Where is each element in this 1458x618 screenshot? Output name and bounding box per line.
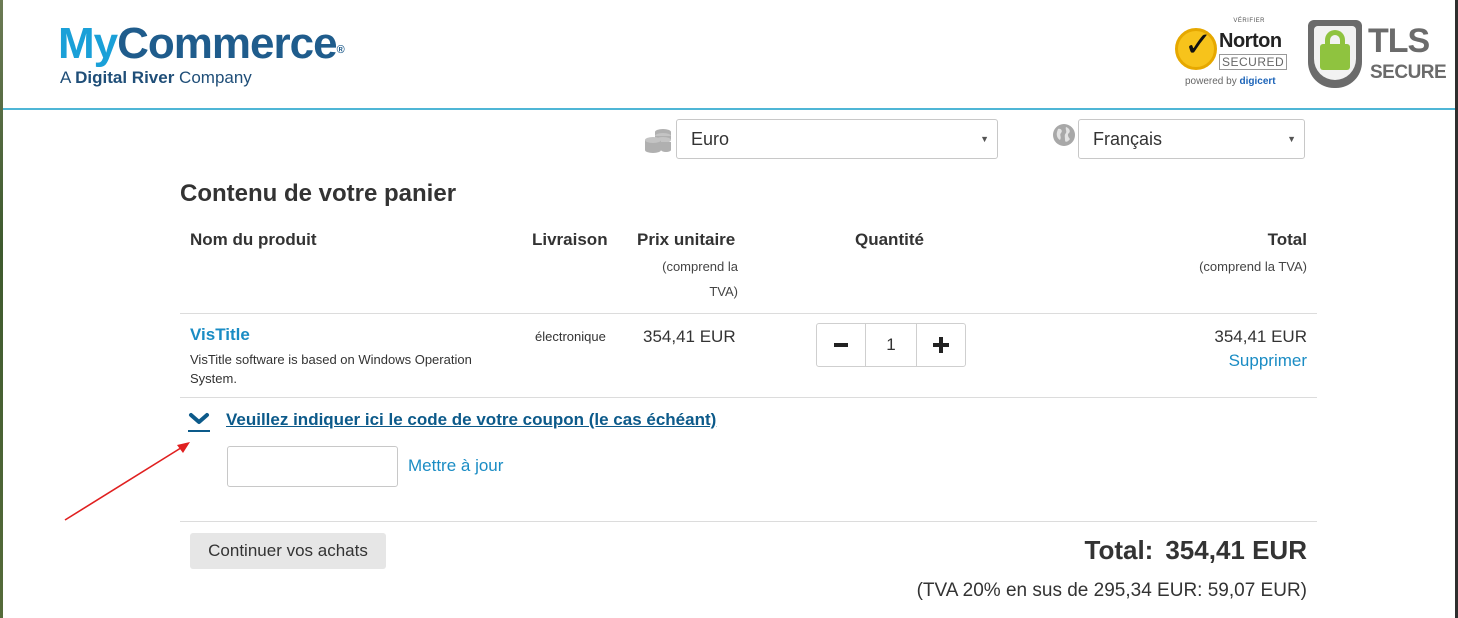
column-header-unit-price: Prix unitaire	[637, 230, 736, 249]
tls-title: TLS	[1368, 22, 1430, 60]
logo-wordmark: MyCommerce®	[58, 19, 345, 68]
unit-price-note-line2: TVA)	[709, 284, 738, 299]
vat-note: (TVA 20% en sus de 295,34 EUR: 59,07 EUR…	[916, 580, 1307, 601]
decrease-quantity-button[interactable]	[817, 324, 865, 366]
tagline-prefix: A	[60, 68, 76, 87]
coupon-code-input[interactable]	[227, 446, 398, 487]
coupon-toggle[interactable]	[188, 410, 210, 432]
shield-lock-icon	[1308, 20, 1362, 88]
chevron-down-icon	[189, 413, 209, 424]
divider	[180, 521, 1317, 522]
logo-tagline: A Digital River Company	[58, 68, 344, 88]
logo-commerce: Commerce	[117, 19, 337, 68]
language-select[interactable]: Français ▼	[1078, 119, 1305, 159]
tagline-brand: Digital River	[75, 68, 175, 87]
chevron-down-icon: ▼	[1287, 134, 1296, 144]
annotation-arrow	[64, 442, 190, 521]
norton-name: Norton	[1219, 30, 1282, 52]
currency-select[interactable]: Euro ▼	[676, 119, 998, 159]
currency-value: Euro	[691, 129, 730, 149]
chevron-down-icon: ▼	[980, 134, 989, 144]
column-header-delivery: Livraison	[532, 230, 608, 249]
grand-total-value: 354,41 EUR	[1165, 535, 1307, 565]
tls-subtitle: SECURE	[1370, 62, 1447, 83]
unit-price-note: (comprend la TVA)	[640, 254, 738, 304]
quantity-value[interactable]: 1	[865, 324, 917, 366]
increase-quantity-button[interactable]	[917, 324, 965, 366]
line-total: 354,41 EUR	[1214, 327, 1307, 346]
unit-price-note-line1: (comprend la	[662, 259, 738, 274]
update-coupon-link[interactable]: Mettre à jour	[408, 456, 503, 476]
continue-shopping-button[interactable]: Continuer vos achats	[190, 533, 386, 569]
site-header: MyCommerce® A Digital River Company VÉRI…	[3, 0, 1455, 110]
powered-by-text: powered by	[1185, 76, 1240, 87]
coins-icon	[645, 129, 671, 153]
minus-icon	[834, 343, 848, 347]
divider	[180, 397, 1317, 398]
unit-price: 354,41 EUR	[643, 327, 736, 346]
divider	[180, 313, 1317, 314]
mycommerce-logo[interactable]: MyCommerce® A Digital River Company	[58, 19, 345, 88]
tagline-suffix: Company	[174, 68, 252, 87]
norton-secured-badge[interactable]: VÉRIFIER ✓ Norton SECURED powered by dig…	[1171, 18, 1293, 90]
product-name-link[interactable]: VisTitle	[190, 325, 250, 345]
digicert-text: digicert	[1239, 76, 1276, 87]
tls-secure-badge: TLS SECURE	[1308, 20, 1447, 90]
logo-my: My	[58, 19, 118, 68]
norton-check-icon: ✓	[1175, 26, 1217, 70]
product-description: VisTitle software is based on Windows Op…	[190, 352, 472, 386]
norton-powered-by: powered by digicert	[1185, 76, 1276, 87]
total-note: (comprend la TVA)	[1199, 259, 1307, 274]
grand-total-label: Total:	[1084, 535, 1154, 565]
coupon-link[interactable]: Veuillez indiquer ici le code de votre c…	[226, 410, 716, 430]
logo-registered: ®	[336, 44, 345, 56]
column-header-total: Total	[1267, 230, 1307, 249]
delivery-type: électronique	[535, 329, 606, 344]
grand-total: Total: 354,41 EUR	[1085, 535, 1308, 566]
norton-verify-text: VÉRIFIER	[1233, 18, 1265, 24]
column-header-product: Nom du produit	[190, 230, 317, 249]
plus-icon	[933, 337, 949, 353]
remove-item-link[interactable]: Supprimer	[1229, 351, 1307, 371]
cart-title: Contenu de votre panier	[180, 180, 457, 207]
column-header-quantity: Quantité	[855, 230, 924, 249]
language-value: Français	[1093, 129, 1163, 149]
globe-icon	[1053, 124, 1075, 146]
quantity-stepper: 1	[816, 323, 966, 367]
norton-secured-text: SECURED	[1219, 54, 1288, 70]
